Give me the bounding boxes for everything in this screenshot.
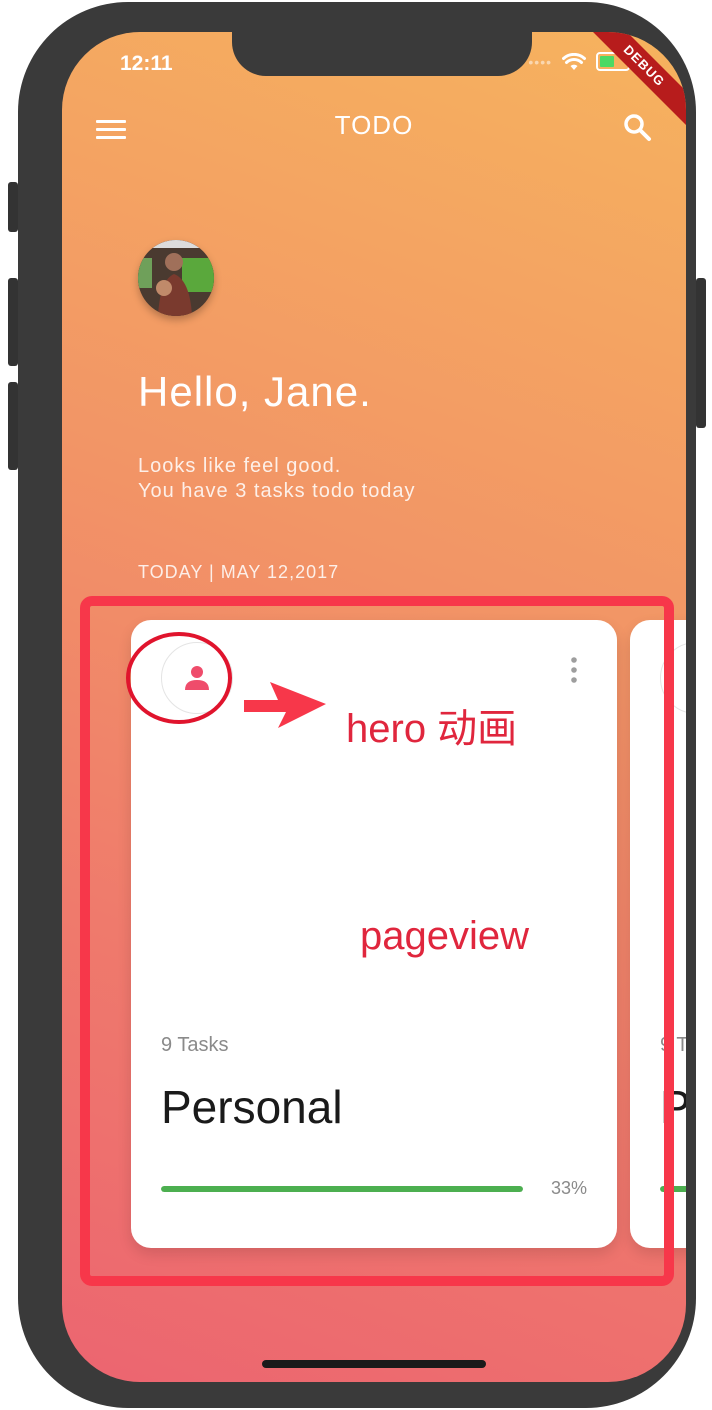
card-category-icon-next[interactable]: [660, 642, 686, 714]
subtitle-line-2: You have 3 tasks todo today: [138, 480, 416, 502]
volume-down-button: [8, 382, 18, 470]
card-task-count: 9 Tasks: [161, 1034, 229, 1056]
app-screen: 12:11 •••• DEBUG TODO Hello, Jane. Looks…: [62, 32, 686, 1382]
card-progress-text: 33%: [550, 1178, 587, 1198]
power-button: [696, 278, 706, 428]
volume-up-button: [8, 278, 18, 366]
greeting-subtitle: Looks like feel good. You have 3 tasks t…: [138, 454, 416, 504]
status-icons: ••••: [528, 52, 630, 71]
search-icon: [624, 114, 651, 141]
card-title-next: P: [660, 1081, 686, 1133]
card-progress-fill-next: [660, 1186, 686, 1192]
card-task-count-next: 9 T: [660, 1034, 686, 1056]
card-progress-bar: [161, 1186, 523, 1192]
card-title: Personal: [161, 1081, 343, 1133]
card-more-button[interactable]: [567, 656, 581, 686]
subtitle-line-1: Looks like feel good.: [138, 455, 342, 477]
status-time: 12:11: [120, 52, 173, 75]
task-card-personal[interactable]: 9 Tasks Personal 33%: [131, 620, 617, 1248]
app-title: TODO: [334, 110, 414, 140]
person-icon: [185, 666, 209, 690]
battery-fill: [600, 56, 614, 67]
card-category-icon[interactable]: [161, 642, 233, 714]
card-progress-fill: [161, 1186, 523, 1192]
search-button[interactable]: [620, 110, 656, 146]
home-indicator: [262, 1360, 486, 1368]
app-bar: TODO: [62, 102, 686, 158]
signal-icon: ••••: [528, 53, 552, 70]
wifi-icon: [562, 52, 586, 70]
date-label: TODAY | MAY 12,2017: [138, 562, 340, 582]
card-progress-bar-next: [660, 1186, 686, 1192]
notch: [232, 32, 532, 76]
task-card-next[interactable]: 9 T P: [630, 620, 686, 1248]
phone-frame: 12:11 •••• DEBUG TODO Hello, Jane. Looks…: [8, 2, 706, 1408]
avatar-photo: [138, 240, 214, 316]
mute-switch: [8, 182, 18, 232]
more-vert-icon: [571, 657, 577, 683]
avatar[interactable]: [138, 240, 214, 316]
greeting-heading: Hello, Jane.: [138, 368, 372, 415]
